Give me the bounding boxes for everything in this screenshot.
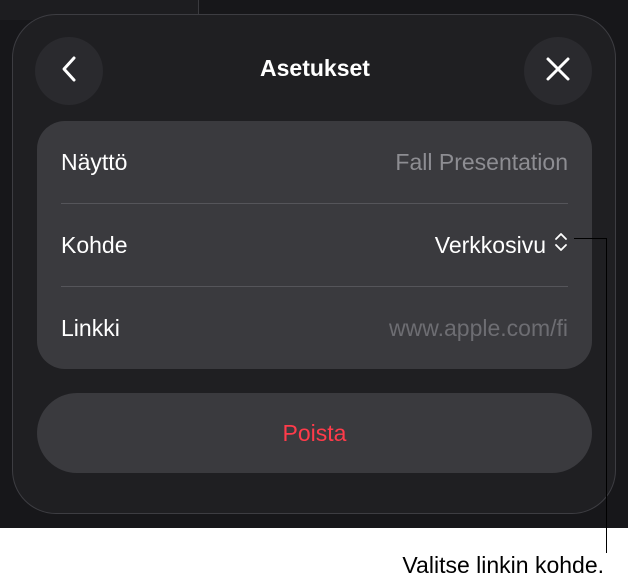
row-link[interactable]: Linkki www.apple.com/fi bbox=[37, 287, 592, 369]
settings-sheet: Asetukset Näyttö Fall Presentation Kohde… bbox=[12, 14, 616, 514]
close-button[interactable] bbox=[524, 37, 592, 105]
callout-line bbox=[574, 238, 607, 239]
close-icon bbox=[544, 55, 572, 88]
target-select[interactable]: Verkkosivu bbox=[435, 204, 568, 286]
settings-group: Näyttö Fall Presentation Kohde Verkkosiv… bbox=[37, 121, 592, 369]
row-display-value: Fall Presentation bbox=[395, 149, 568, 175]
callout-line bbox=[606, 238, 607, 553]
target-select-value: Verkkosivu bbox=[434, 232, 546, 258]
link-input[interactable]: www.apple.com/fi bbox=[358, 287, 568, 369]
row-display[interactable]: Näyttö Fall Presentation bbox=[37, 121, 592, 203]
delete-button[interactable]: Poista bbox=[37, 393, 592, 473]
up-down-chevron-icon bbox=[554, 204, 568, 286]
row-display-label: Näyttö bbox=[61, 149, 128, 175]
row-target-label: Kohde bbox=[61, 232, 128, 258]
app-screen: Asetukset Näyttö Fall Presentation Kohde… bbox=[0, 0, 628, 528]
callout-text: Valitse linkin kohde. bbox=[402, 552, 604, 578]
row-link-label: Linkki bbox=[61, 315, 120, 341]
row-target[interactable]: Kohde Verkkosivu bbox=[37, 204, 592, 286]
